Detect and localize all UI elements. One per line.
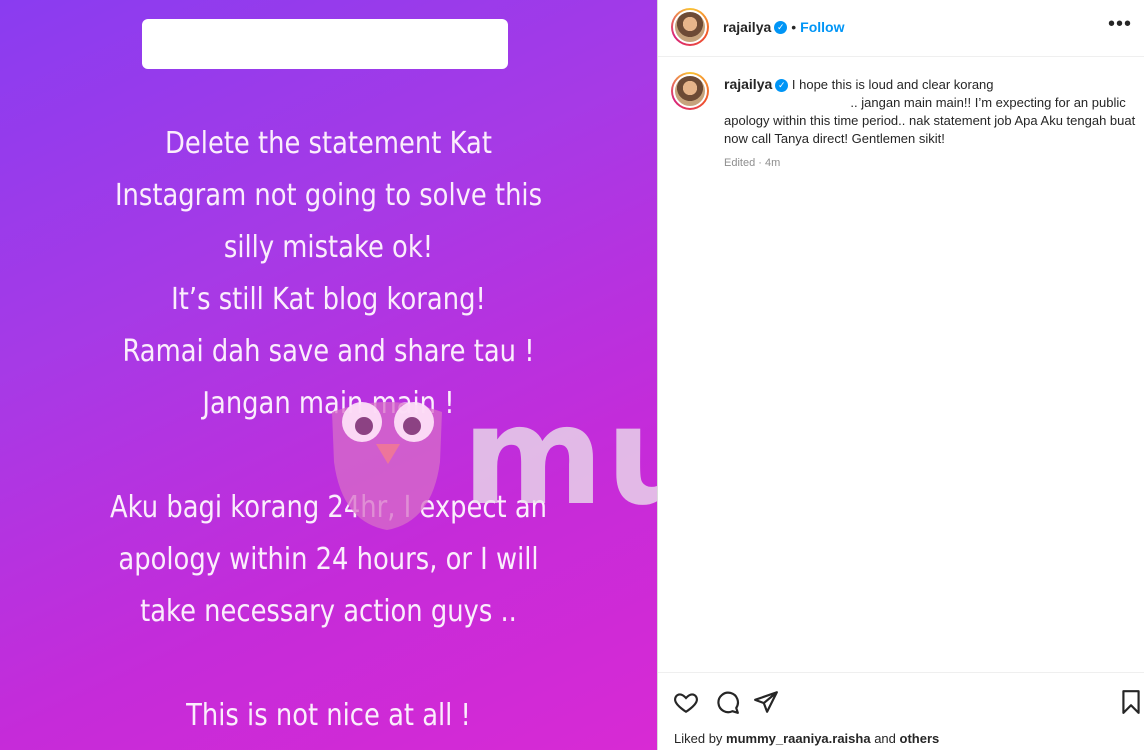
follow-button[interactable]: Follow [800,19,844,35]
more-options-icon[interactable]: ••• [1108,14,1132,34]
story-line: Ramai dah save and share tau ! [122,334,535,369]
story-redacted-bar [142,19,508,69]
header-user: rajailya ✓ • Follow [723,19,845,37]
liked-by-prefix: Liked by [674,731,723,746]
username-link[interactable]: rajailya [724,76,772,92]
separator-dot: • [791,19,797,35]
share-icon[interactable] [753,689,779,715]
caption-body: rajailya ✓ I hope this is loud and clear … [724,75,1142,172]
liked-by-others-link[interactable]: others [900,731,940,746]
edited-timestamp: Edited · 4m [724,157,781,169]
liked-by-and: and [874,731,896,746]
story-line: Instagram not going to solve this [114,178,543,213]
post-panel: rajailya ✓ • Follow ••• rajailya ✓ I hope th… [657,0,1144,750]
story-line: apology within 24 hours, or I will [118,542,539,577]
verified-badge-icon: ✓ [774,21,788,35]
story-line: take necessary action guys .. [140,594,517,629]
avatar[interactable] [671,8,709,46]
murai-watermark: murai [462,378,657,536]
verified-badge-icon: ✓ [775,79,789,93]
avatar[interactable] [671,72,709,110]
murai-owl-logo [332,402,442,530]
liked-by: Liked by mummy_raaniya.raisha and others [674,731,939,746]
post-header: rajailya ✓ • Follow ••• [658,0,1144,57]
username-link[interactable]: rajailya [723,19,771,35]
comment-icon[interactable] [714,689,740,715]
action-bar: Liked by mummy_raaniya.raisha and others [658,672,1144,751]
bookmark-icon[interactable] [1118,689,1144,715]
story-line: Delete the statement Kat [165,126,492,161]
story-line: It’s still Kat blog korang! [171,282,486,317]
story-line-gap [46,638,611,690]
post-image: Delete the statement Kat Instagram not go… [0,0,657,750]
heart-icon[interactable] [673,689,699,715]
liked-by-user-link[interactable]: mummy_raaniya.raisha [726,731,871,746]
story-line: This is not nice at all ! [186,698,471,733]
story-line: silly mistake ok! [223,230,434,265]
